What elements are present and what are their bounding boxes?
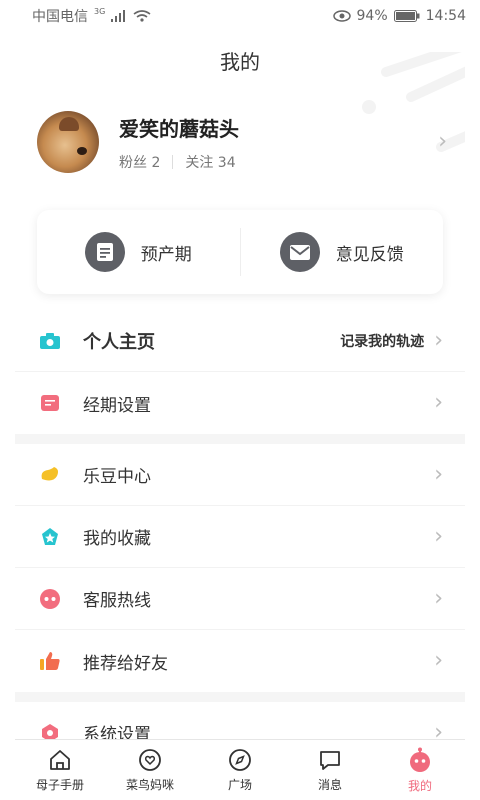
chevron-right-icon: › — [434, 390, 443, 415]
heart-icon — [139, 748, 161, 771]
menu-label: 经期设置 — [83, 395, 151, 416]
eye-icon — [332, 10, 351, 22]
battery-percent: 94% — [356, 8, 388, 24]
tab-me[interactable]: 我的 — [375, 740, 465, 800]
section-gap — [15, 434, 465, 444]
tab-handbook[interactable]: 母子手册 — [15, 740, 105, 800]
menu-hint: 记录我的轨迹 — [340, 333, 425, 350]
bean-icon — [39, 464, 61, 486]
tab-square[interactable]: 广场 — [195, 740, 285, 800]
due-date-label: 预产期 — [140, 244, 192, 265]
favorite-icon — [39, 526, 61, 548]
quick-actions-card: 预产期 意见反馈 — [37, 210, 443, 294]
tab-label: 消息 — [317, 777, 342, 792]
period-icon — [39, 392, 61, 414]
carrier-label: 中国电信 — [32, 9, 88, 25]
status-bar: 中国电信 3G 94% 14:54 — [0, 0, 480, 32]
tab-label: 母子手册 — [35, 777, 84, 792]
service-icon — [39, 588, 61, 610]
camera-icon — [39, 330, 61, 352]
tab-messages[interactable]: 消息 — [285, 740, 375, 800]
menu-label: 个人主页 — [83, 331, 155, 353]
chevron-right-icon: › — [434, 585, 443, 611]
due-date-button[interactable]: 预产期 — [37, 232, 240, 272]
wifi-icon — [133, 10, 151, 22]
message-icon — [320, 750, 340, 770]
menu-label: 推荐给好友 — [83, 653, 168, 674]
menu-item-favorites[interactable]: 我的收藏 › — [15, 506, 465, 568]
chevron-right-icon: › — [438, 129, 447, 154]
tab-label: 广场 — [227, 777, 252, 792]
battery-icon — [393, 10, 420, 22]
feedback-label: 意见反馈 — [335, 244, 404, 265]
menu-label: 客服热线 — [83, 591, 151, 611]
menu-item-period-settings[interactable]: 经期设置 › — [15, 372, 465, 434]
mail-icon — [279, 232, 320, 272]
compass-icon — [229, 748, 251, 771]
chevron-right-icon: › — [434, 523, 443, 549]
menu-item-recommend[interactable]: 推荐给好友 › — [15, 630, 465, 692]
bottom-tab-bar: 母子手册 菜鸟妈咪 广场 消息 我的 — [15, 739, 465, 800]
signal-icon — [111, 10, 126, 22]
menu-item-personal-home[interactable]: 个人主页 记录我的轨迹 › — [15, 310, 465, 372]
menu-label: 乐豆中心 — [83, 467, 151, 487]
menu-label: 我的收藏 — [83, 529, 151, 549]
chevron-right-icon: › — [434, 327, 443, 353]
clock: 14:54 — [425, 8, 466, 24]
thumb-up-icon — [39, 650, 61, 672]
tab-new-mom[interactable]: 菜鸟妈咪 — [105, 740, 195, 800]
feedback-button[interactable]: 意见反馈 — [241, 232, 444, 272]
avatar[interactable] — [37, 111, 99, 173]
page-title: 我的 — [220, 50, 260, 74]
menu-item-customer-service[interactable]: 客服热线 › — [15, 568, 465, 630]
calendar-icon — [84, 232, 125, 272]
section-gap — [15, 692, 465, 702]
network-type: 3G — [94, 6, 106, 16]
chevron-right-icon: › — [434, 648, 443, 673]
profile-header[interactable]: 爱笑的蘑菇头 粉丝 2 关注 34 › — [37, 110, 447, 174]
nickname: 爱笑的蘑菇头 — [119, 116, 239, 141]
chevron-right-icon: › — [434, 461, 443, 487]
stats-divider — [172, 154, 174, 169]
home-icon — [50, 749, 70, 770]
following-count[interactable]: 关注 34 — [185, 152, 235, 172]
profile-icon — [410, 747, 430, 772]
followers-count[interactable]: 粉丝 2 — [119, 152, 160, 172]
app-frame: 我的 爱笑的蘑菇头 粉丝 2 关注 34 › 预产期 意见反馈 个人主页 记录我… — [15, 32, 465, 800]
menu-item-bean-center[interactable]: 乐豆中心 › — [15, 444, 465, 506]
menu-list: 个人主页 记录我的轨迹 › 经期设置 › 乐豆中心 › 我的收藏 › 客服热线 … — [15, 310, 465, 764]
tab-label: 我的 — [407, 778, 432, 793]
tab-label: 菜鸟妈咪 — [125, 777, 174, 792]
